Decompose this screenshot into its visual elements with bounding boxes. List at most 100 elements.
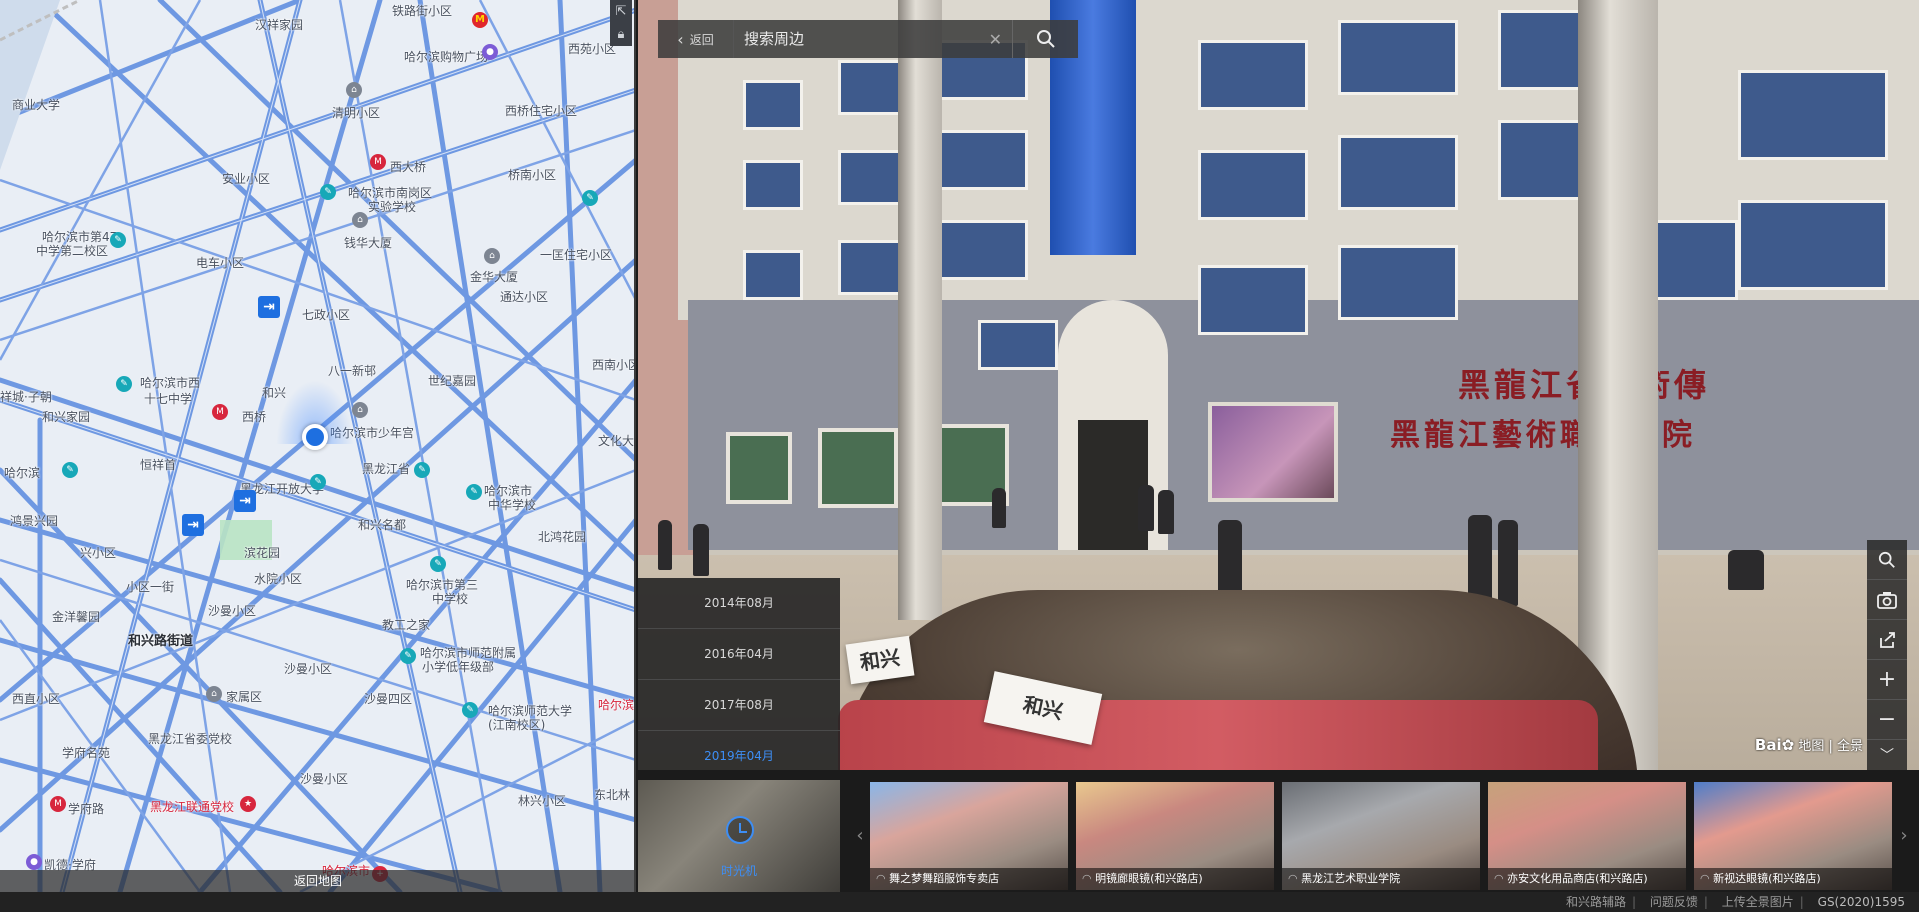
residential-poi-icon[interactable]: ⌂ — [346, 82, 362, 98]
map-label[interactable]: 沙曼小区 — [284, 660, 332, 677]
map-label[interactable]: 家属区 — [226, 688, 262, 705]
mcdonalds-icon[interactable]: M — [472, 12, 488, 28]
map-label[interactable]: 中华学校 — [488, 496, 536, 513]
map-label[interactable]: 小区一街 — [126, 578, 174, 595]
map-label[interactable]: 清明小区 — [332, 104, 380, 121]
map-label[interactable]: 七政小区 — [302, 306, 350, 323]
strip-next-button[interactable]: › — [1894, 780, 1914, 892]
school-poi-icon[interactable]: ✎ — [310, 474, 326, 490]
shopping-mall-icon[interactable]: ● — [482, 44, 498, 60]
school-poi-icon[interactable]: ✎ — [110, 232, 126, 248]
time-machine-date-option[interactable]: 2014年08月 — [638, 578, 840, 629]
map-label[interactable]: 哈尔滨 — [598, 696, 634, 713]
metro-station-icon[interactable]: M — [50, 796, 66, 812]
map-label[interactable]: 商业大学 — [12, 96, 60, 113]
collapse-map-icon[interactable]: ⇱ — [610, 0, 632, 23]
map-label[interactable]: 八一新邨 — [328, 362, 376, 379]
map-label[interactable]: 和兴家园 — [42, 408, 90, 425]
map-label[interactable]: 学府名苑 — [62, 744, 110, 761]
back-button[interactable]: ‹ 返回 — [658, 20, 734, 58]
map-label[interactable]: 沙曼小区 — [300, 770, 348, 787]
map-panel[interactable]: 汉祥家园 铁路街小区哈尔滨购物广场 西苑小区西桥住宅小区 清明小区西大桥 桥南小区 安业小… — [0, 0, 636, 892]
building-poi-icon[interactable]: ⌂ — [352, 212, 368, 228]
map-label[interactable]: 北鸿花园 — [538, 528, 586, 545]
map-label[interactable]: 金华大厦 — [470, 268, 518, 285]
map-label[interactable]: 电车小区 — [196, 254, 244, 271]
map-label[interactable]: 西苑小区 — [568, 40, 616, 57]
panorama-thumbnail[interactable]: 亦安文化用品商店(和兴路店) — [1488, 782, 1686, 890]
map-label[interactable]: 通达小区 — [500, 288, 548, 305]
map-label[interactable]: 西桥 — [242, 408, 266, 425]
map-label[interactable]: 恒祥首 — [140, 456, 176, 473]
search-button[interactable] — [1012, 20, 1078, 58]
map-label[interactable]: 小学低年级部 — [422, 658, 494, 675]
map-label[interactable]: 西南小区 — [592, 356, 634, 373]
map-label[interactable]: 沙曼四区 — [364, 690, 412, 707]
lock-icon[interactable]: 🔒︎ — [610, 23, 632, 46]
map-label[interactable]: 黑龙江省 — [362, 460, 410, 477]
map-label[interactable]: 文化大 — [598, 432, 634, 449]
metro-station-icon[interactable]: M — [370, 154, 386, 170]
clear-icon[interactable]: ✕ — [989, 30, 1002, 49]
school-poi-icon[interactable]: ✎ — [582, 190, 598, 206]
back-to-map-button[interactable]: 返回地图 — [0, 870, 634, 892]
map-label[interactable]: 滨花园 — [244, 544, 280, 561]
time-machine-date-option[interactable]: 2016年04月 — [638, 629, 840, 680]
map-label[interactable]: 水院小区 — [254, 570, 302, 587]
map-label[interactable]: 哈尔滨市西 — [140, 374, 200, 391]
map-label[interactable]: 汉祥家园 — [255, 16, 303, 33]
map-label[interactable]: 西桥住宅小区 — [505, 102, 577, 119]
building-poi-icon[interactable]: ⌂ — [484, 248, 500, 264]
map-label[interactable]: 黑龙江省委党校 — [148, 730, 232, 747]
metro-station-icon[interactable]: M — [212, 404, 228, 420]
map-label[interactable]: 鸿景兴园 — [10, 512, 58, 529]
zoom-out-button[interactable]: − — [1867, 700, 1907, 740]
school-poi-icon[interactable]: ✎ — [414, 462, 430, 478]
panorama-thumbnail[interactable]: 明镜廊眼镜(和兴路店) — [1076, 782, 1274, 890]
map-label[interactable]: 和兴名都 — [358, 516, 406, 533]
map-label[interactable]: 西大桥 — [390, 158, 426, 175]
map-label[interactable]: 钱华大厦 — [344, 234, 392, 251]
zoom-in-button[interactable]: + — [1867, 660, 1907, 700]
map-label[interactable]: 东北林 — [594, 786, 630, 803]
panorama-thumbnail[interactable]: 黑龙江艺术职业学院 — [1282, 782, 1480, 890]
map-label[interactable]: 实验学校 — [368, 198, 416, 215]
school-poi-icon[interactable]: ✎ — [116, 376, 132, 392]
map-label[interactable]: 一匡住宅小区 — [540, 246, 612, 263]
map-label[interactable]: 中学校 — [432, 590, 468, 607]
time-machine-button[interactable]: 时光机 — [638, 780, 840, 892]
map-label[interactable]: 西直小区 — [12, 690, 60, 707]
share-button[interactable] — [1867, 620, 1907, 660]
map-label[interactable]: 十七中学 — [144, 390, 192, 407]
feedback-link[interactable]: 问题反馈 — [1650, 895, 1698, 909]
school-poi-icon[interactable]: ✎ — [62, 462, 78, 478]
school-poi-icon[interactable]: ✎ — [462, 702, 478, 718]
map-label[interactable]: 哈尔滨购物广场 — [404, 48, 488, 65]
building-poi-icon[interactable]: ⌂ — [206, 686, 222, 702]
screenshot-button[interactable] — [1867, 580, 1907, 620]
collapse-button[interactable]: ﹀ — [1867, 740, 1907, 770]
map-label[interactable]: 兴小区 — [80, 544, 116, 561]
map-label[interactable]: 桥南小区 — [508, 166, 556, 183]
metro-entrance-icon[interactable]: ⇥ — [234, 490, 256, 512]
map-label[interactable]: 沙曼小区 — [208, 602, 256, 619]
school-poi-icon[interactable]: ✎ — [466, 484, 482, 500]
school-poi-icon[interactable]: ✎ — [320, 184, 336, 200]
map-label[interactable]: 铁路街小区 — [392, 2, 452, 19]
map-label[interactable]: 教工之家 — [382, 616, 430, 633]
metro-entrance-icon[interactable]: ⇥ — [258, 296, 280, 318]
map-label[interactable]: 哈尔滨 — [4, 464, 40, 481]
map-label[interactable]: 学府路 — [68, 800, 104, 817]
party-school-icon[interactable]: ★ — [240, 796, 256, 812]
map-label[interactable]: 世纪嘉园 — [428, 372, 476, 389]
search-tool-button[interactable] — [1867, 540, 1907, 580]
map-label[interactable]: 中学第二校区 — [36, 242, 108, 259]
time-machine-date-option[interactable]: 2017年08月 — [638, 680, 840, 731]
building-poi-icon[interactable]: ⌂ — [352, 402, 368, 418]
metro-entrance-icon[interactable]: ⇥ — [182, 514, 204, 536]
map-label[interactable]: 祥城·子朝 — [0, 388, 52, 405]
panorama-thumbnail[interactable]: 新视达眼镜(和兴路店) — [1694, 782, 1892, 890]
map-label[interactable]: 安业小区 — [222, 170, 270, 187]
map-label[interactable]: 黑龙江联通党校 — [150, 798, 234, 815]
school-poi-icon[interactable]: ✎ — [400, 648, 416, 664]
